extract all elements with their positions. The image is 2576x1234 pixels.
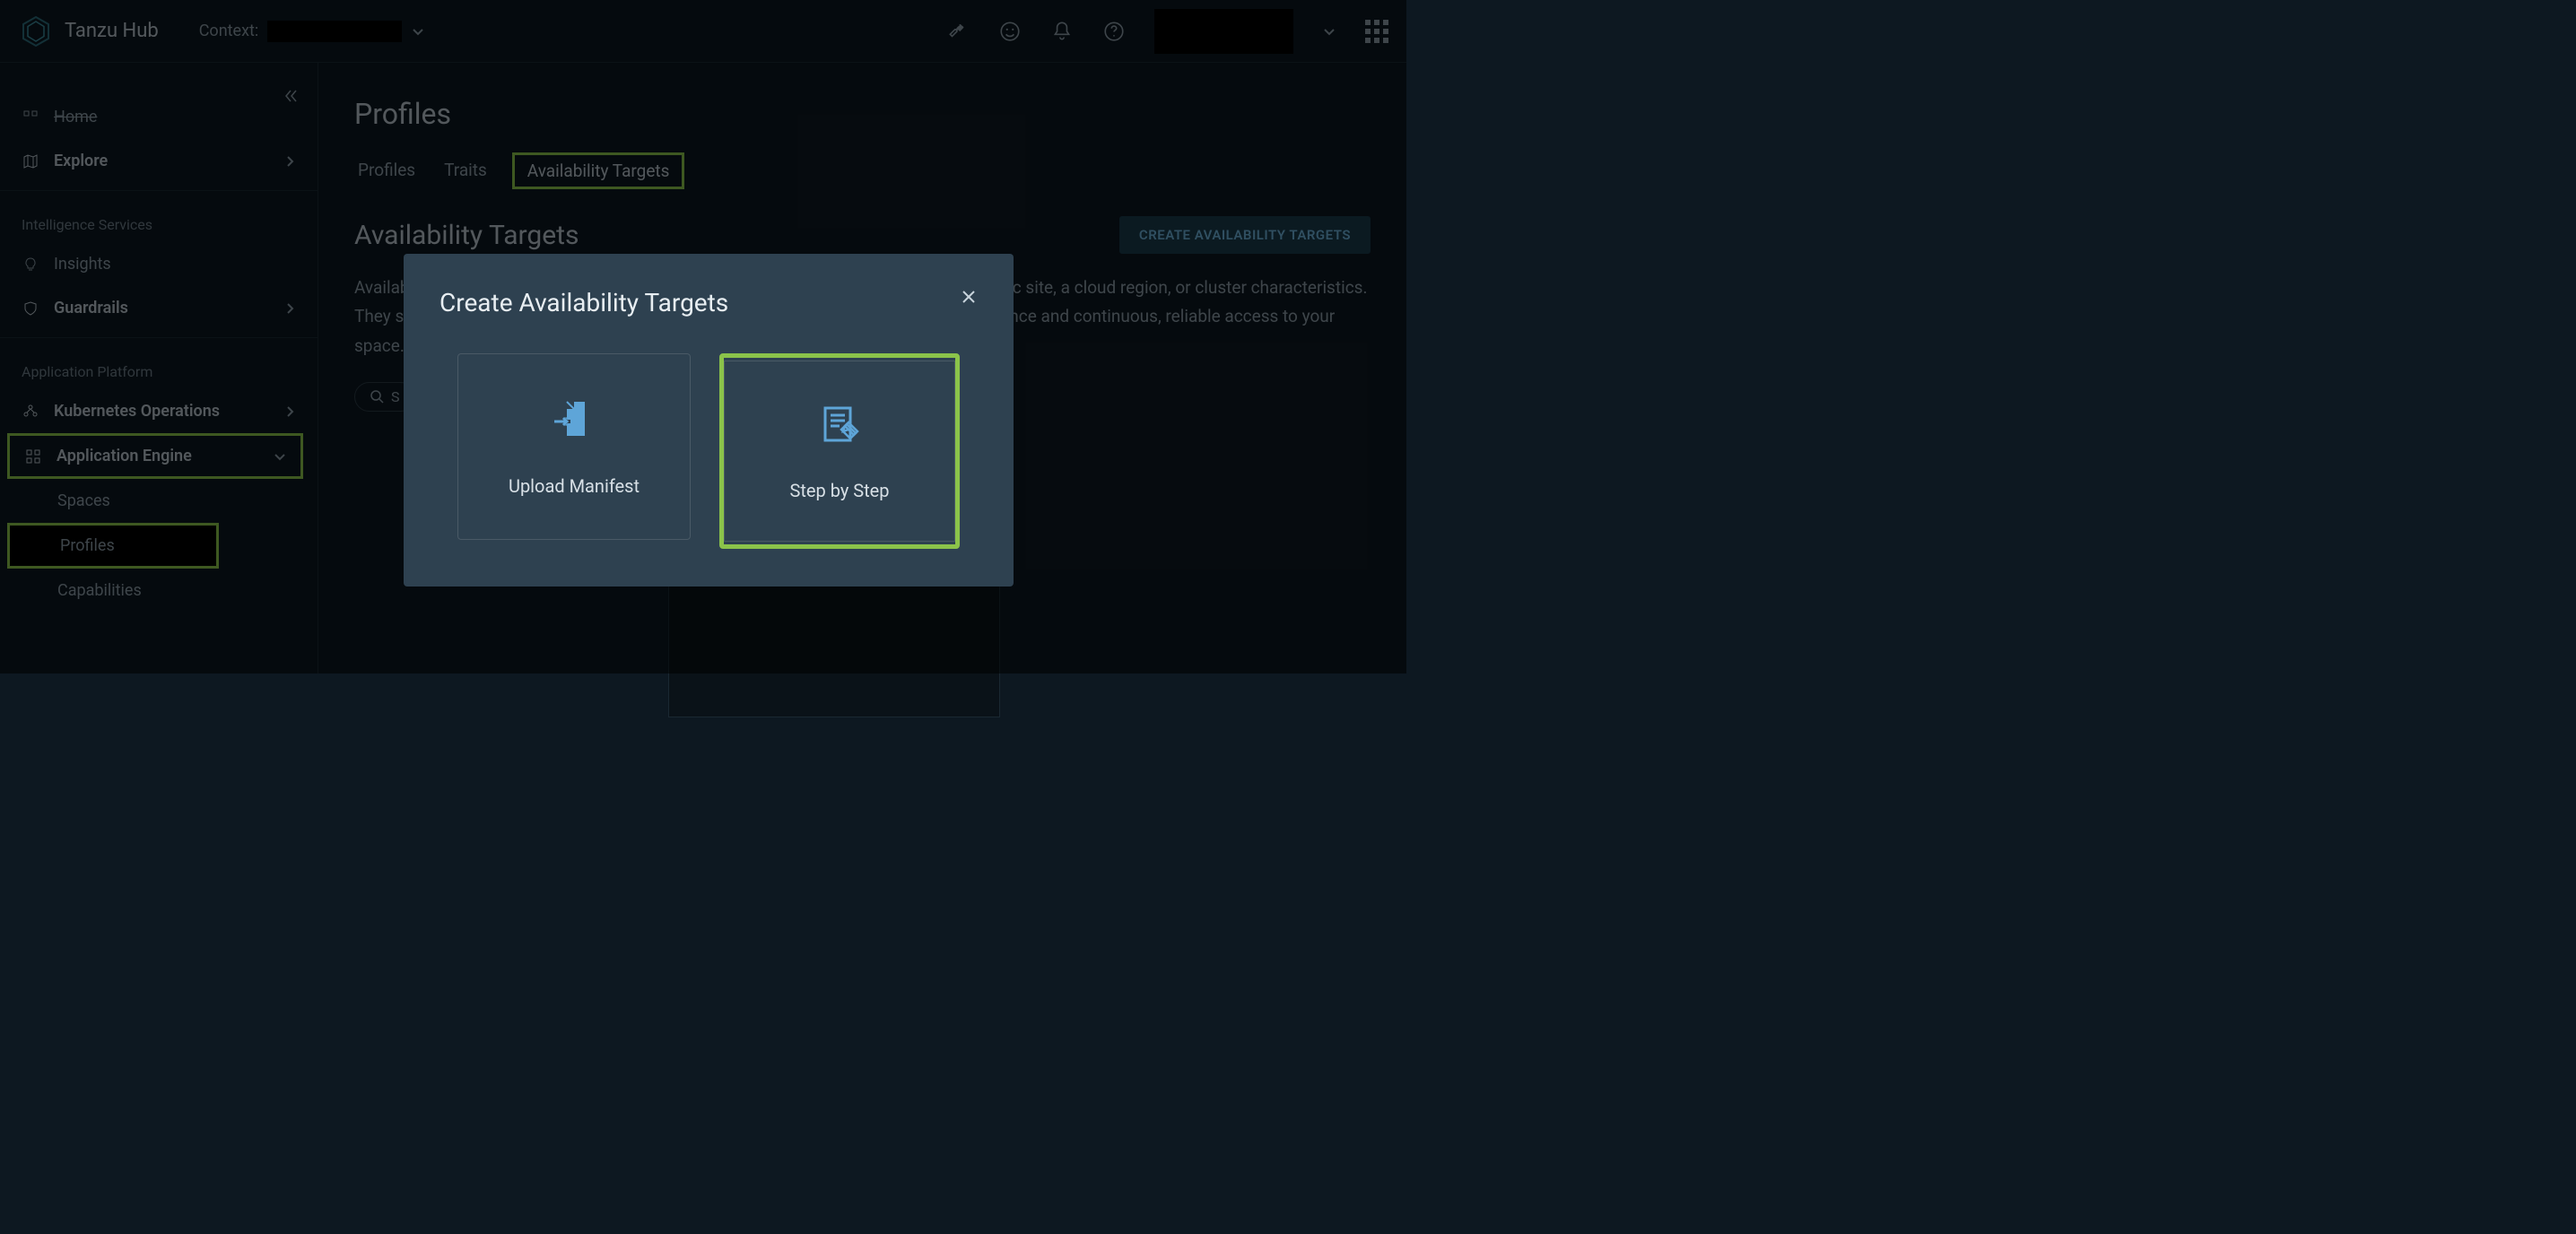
upload-manifest-option[interactable]: Upload Manifest: [457, 353, 691, 540]
close-icon[interactable]: [960, 288, 978, 310]
form-pencil-icon: [814, 401, 865, 455]
upload-file-icon: [549, 396, 599, 450]
step-by-step-option[interactable]: Step by Step: [719, 353, 960, 549]
dialog-options: Upload Manifest Step by Step: [439, 353, 978, 549]
dialog-header: Create Availability Targets: [439, 288, 978, 317]
option-label: Upload Manifest: [509, 475, 640, 497]
dialog-title: Create Availability Targets: [439, 288, 728, 317]
option-label: Step by Step: [789, 480, 889, 501]
create-availability-targets-dialog: Create Availability Targets Upload Manif…: [404, 254, 1014, 587]
